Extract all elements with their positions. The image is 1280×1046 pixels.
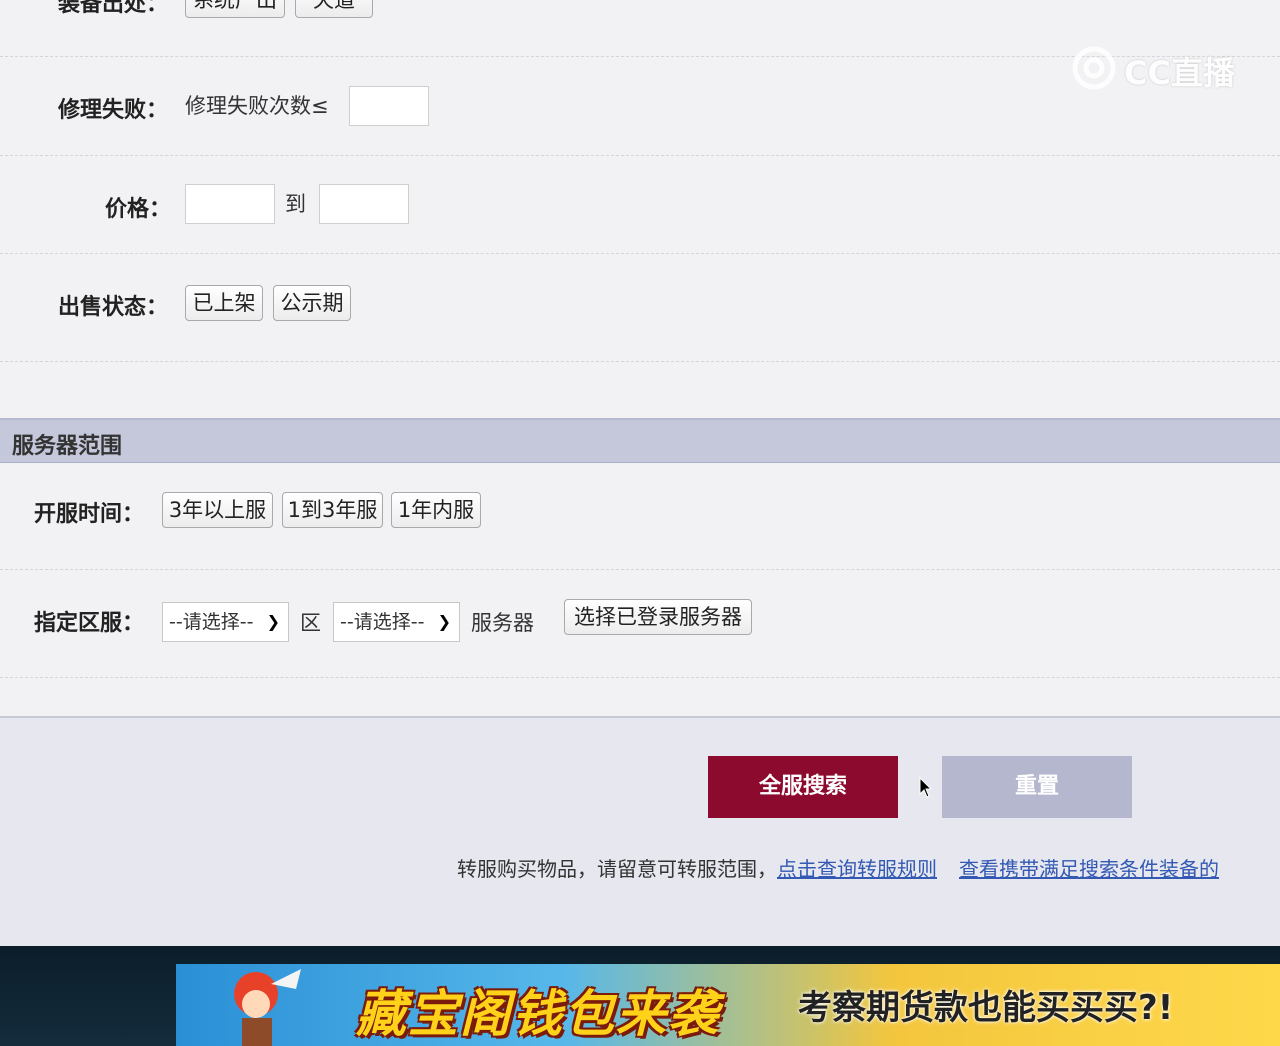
price-max-input[interactable] [319,184,409,224]
price-to-text: 到 [285,192,306,216]
chevron-down-icon: ❯ [437,612,451,631]
option-tiandao[interactable]: 天道 [295,0,373,18]
chevron-down-icon: ❯ [266,612,280,631]
sale-status-label: 出售状态： [58,295,169,320]
action-area [0,716,1280,948]
zone-suffix: 区 [300,611,321,635]
section-title: 服务器范围 [12,434,123,459]
row-divider [0,569,1280,570]
banner-title: 藏宝阁钱包来袭 [356,985,720,1043]
server-range-header: 服务器范围 [0,418,1280,463]
zone-label: 指定区服： [34,611,145,636]
repair-fail-input[interactable] [349,86,429,126]
row-divider [0,155,1280,156]
reset-button[interactable]: 重置 [942,756,1132,818]
open-time-label: 开服时间： [34,502,145,527]
row-divider [0,361,1280,362]
banner-subtitle: 考察期货款也能买买买?! [798,988,1174,1028]
repair-fail-label: 修理失败： [58,98,169,123]
option-1-to-3-years[interactable]: 1到3年服 [282,492,383,528]
transfer-notice: 转服购买物品，请留意可转服范围，点击查询转服规则 查看携带满足搜索条件装备的 [457,853,1219,882]
notice-text: 转服购买物品，请留意可转服范围， [457,857,777,881]
cursor-icon [918,776,934,804]
row-divider [0,253,1280,254]
option-listed[interactable]: 已上架 [185,285,263,321]
repair-fail-prefix: 修理失败次数≤ [185,94,329,118]
price-label: 价格： [105,197,172,222]
cc-logo-icon [1072,46,1116,90]
option-publicity[interactable]: 公示期 [273,285,351,321]
watermark-text: CC直播 [1124,54,1235,92]
transfer-rules-link[interactable]: 点击查询转服规则 [777,857,937,881]
pick-logged-server-button[interactable]: 选择已登录服务器 [564,599,752,635]
server-select-value: --请选择-- [340,611,425,633]
zone-select[interactable]: --请选择-- ❯ [162,602,289,642]
mascot-image [216,964,306,1046]
option-over-3-years[interactable]: 3年以上服 [162,492,273,528]
equip-source-label: 装备出处： [58,0,169,17]
server-select[interactable]: --请选择-- ❯ [333,602,460,642]
server-suffix: 服务器 [471,611,534,635]
promo-banner[interactable]: 藏宝阁钱包来袭 考察期货款也能买买买?! [176,964,1280,1046]
zone-select-value: --请选择-- [169,611,254,633]
price-min-input[interactable] [185,184,275,224]
option-within-1-year[interactable]: 1年内服 [391,492,481,528]
search-all-button[interactable]: 全服搜索 [708,756,898,818]
row-divider [0,677,1280,678]
carry-equipment-link[interactable]: 查看携带满足搜索条件装备的 [959,857,1219,881]
option-system-output[interactable]: 系统产出 [185,0,285,18]
